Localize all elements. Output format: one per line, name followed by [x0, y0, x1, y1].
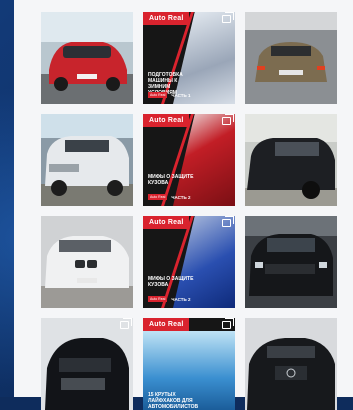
promo-footer: Auto Real ЧАСТЬ 2	[148, 296, 191, 302]
promo-tag: Auto Real	[148, 194, 168, 200]
red-porsche-photo	[41, 12, 133, 104]
promo-title: МИФЫ О ЗАЩИТЕ КУЗОВА	[148, 174, 194, 186]
promo-brand-label: Auto Real	[143, 318, 190, 331]
post-tile-white-bmw-x5[interactable]	[41, 216, 133, 308]
white-bmw-x5-photo	[41, 216, 133, 308]
post-tile-red-porsche[interactable]	[41, 12, 133, 104]
black-sedan-photo	[41, 318, 133, 410]
promo-title: МИФЫ О ЗАЩИТЕ КУЗОВА	[148, 276, 194, 288]
multi-image-icon	[120, 318, 132, 329]
promo-image-blue-car	[173, 216, 235, 308]
post-tile-gold-mercedes[interactable]	[245, 12, 337, 104]
gold-mercedes-photo	[245, 12, 337, 104]
promo-part: ЧАСТЬ 2	[171, 296, 191, 302]
black-land-cruiser-photo	[245, 216, 337, 308]
promo-part: ЧАСТЬ 1	[171, 92, 191, 98]
post-tile-black-suv[interactable]	[245, 114, 337, 206]
post-tile-black-land-cruiser[interactable]	[245, 216, 337, 308]
multi-image-icon	[222, 114, 234, 125]
post-tile-white-land-cruiser[interactable]	[41, 114, 133, 206]
black-suv-photo	[245, 114, 337, 206]
promo-part: ЧАСТЬ 2	[171, 194, 191, 200]
promo-footer: Auto Real ЧАСТЬ 1	[148, 92, 191, 98]
promo-tag: Auto Real	[148, 92, 168, 98]
promo-title: 15 КРУТЫХ ЛАЙФХАКОВ ДЛЯ АВТОМОБИЛИСТОВ	[148, 392, 199, 410]
post-tile-promo-body-protection-1[interactable]: Auto Real МИФЫ О ЗАЩИТЕ КУЗОВА Auto Real…	[143, 114, 235, 206]
post-tile-black-mercedes-e[interactable]	[245, 318, 337, 410]
multi-image-icon	[222, 216, 234, 227]
promo-brand-label: Auto Real	[143, 12, 190, 25]
promo-brand-label: Auto Real	[143, 114, 190, 127]
post-tile-promo-body-protection-2[interactable]: Auto Real МИФЫ О ЗАЩИТЕ КУЗОВА Auto Real…	[143, 216, 235, 308]
post-tile-black-sedan-showroom[interactable]	[41, 318, 133, 410]
promo-footer: Auto Real ЧАСТЬ 2	[148, 194, 191, 200]
post-tile-promo-lifehacks[interactable]: Auto Real 15 КРУТЫХ ЛАЙФХАКОВ ДЛЯ АВТОМО…	[143, 318, 235, 410]
white-land-cruiser-photo	[41, 114, 133, 206]
multi-image-icon	[222, 12, 234, 23]
black-mercedes-photo	[245, 318, 337, 410]
post-tile-promo-winter[interactable]: Auto Real ПОДГОТОВКА МАШИНЫ К ЗИМНИМ УСЛ…	[143, 12, 235, 104]
promo-brand-label: Auto Real	[143, 216, 190, 229]
promo-image-red-car	[173, 114, 235, 206]
multi-image-icon	[222, 318, 234, 329]
promo-tag: Auto Real	[148, 296, 168, 302]
